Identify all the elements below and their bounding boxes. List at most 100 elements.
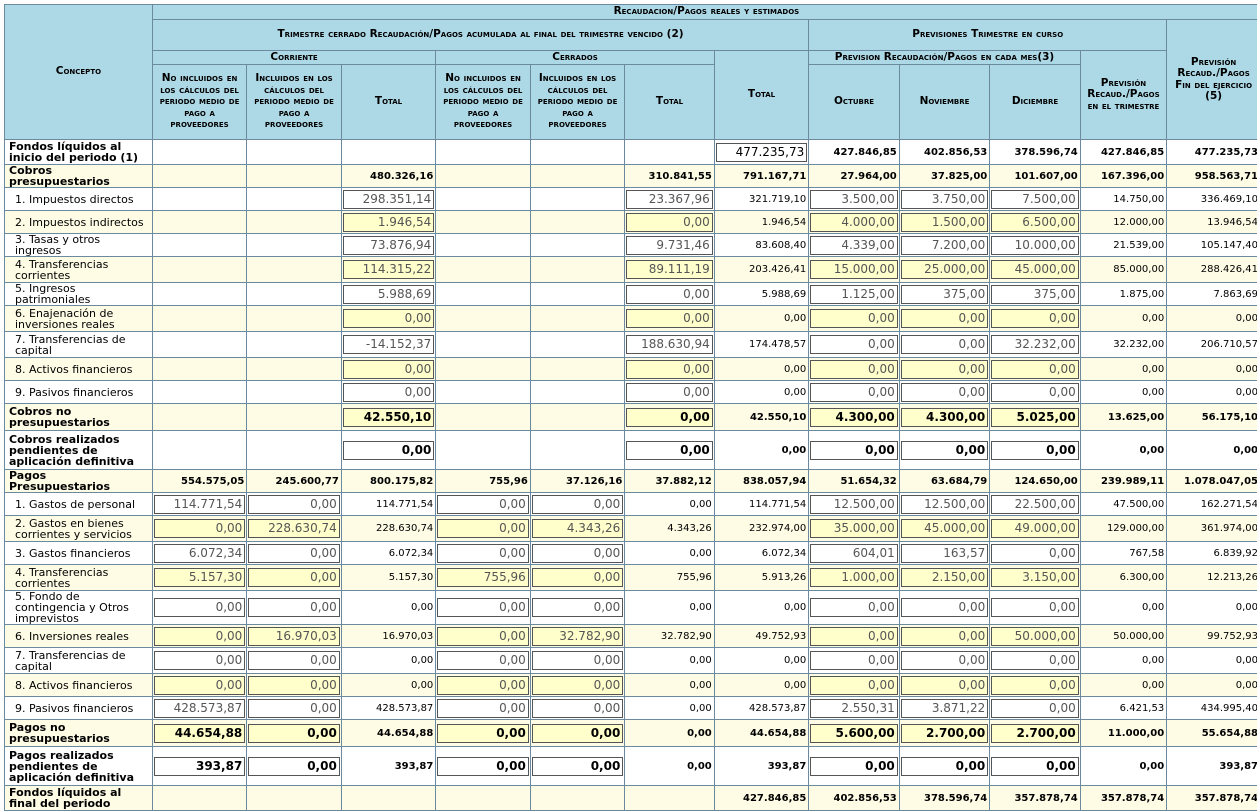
value-input[interactable]: 298.351,14 <box>343 190 435 209</box>
value-input[interactable]: 0,00 <box>437 724 529 743</box>
value-input[interactable]: 32.232,00 <box>991 335 1078 354</box>
value-input[interactable]: 5.600,00 <box>810 724 897 743</box>
value-input[interactable]: 163,57 <box>901 544 988 563</box>
value-input[interactable]: 0,00 <box>991 676 1078 695</box>
value-input[interactable]: 0,00 <box>626 285 712 304</box>
value-input[interactable]: 0,00 <box>991 757 1078 776</box>
value-input[interactable]: 0,00 <box>810 335 897 354</box>
value-input[interactable]: 1.125,00 <box>810 285 897 304</box>
value-input[interactable]: 9.731,46 <box>626 236 712 255</box>
value-input[interactable]: 2.700,00 <box>991 724 1078 743</box>
value-input[interactable]: 0,00 <box>810 757 897 776</box>
value-input[interactable]: 0,00 <box>810 309 897 328</box>
value-input[interactable]: 0,00 <box>810 360 897 379</box>
value-input[interactable]: 0,00 <box>901 309 988 328</box>
value-input[interactable]: 7.500,00 <box>991 190 1078 209</box>
value-input[interactable]: 114.771,54 <box>154 495 246 514</box>
value-input[interactable]: 755,96 <box>437 568 529 587</box>
value-input[interactable]: 2.550,31 <box>810 699 897 718</box>
value-input[interactable]: 0,00 <box>532 651 624 670</box>
value-input[interactable]: 1.946,54 <box>343 213 435 232</box>
value-input[interactable]: 0,00 <box>343 309 435 328</box>
value-input[interactable]: 0,00 <box>810 441 897 460</box>
value-input[interactable]: 7.200,00 <box>901 236 988 255</box>
value-input[interactable]: 0,00 <box>901 335 988 354</box>
value-input[interactable]: 0,00 <box>248 676 340 695</box>
value-input[interactable]: 0,00 <box>437 495 529 514</box>
value-input[interactable]: 375,00 <box>901 285 988 304</box>
value-input[interactable]: 0,00 <box>901 441 988 460</box>
value-input[interactable]: 0,00 <box>626 360 712 379</box>
value-input[interactable]: 0,00 <box>991 309 1078 328</box>
value-input[interactable]: 0,00 <box>810 383 897 402</box>
value-input[interactable]: 0,00 <box>810 598 897 617</box>
value-input[interactable]: 428.573,87 <box>154 699 246 718</box>
value-input[interactable]: 2.150,00 <box>901 568 988 587</box>
value-input[interactable]: 45.000,00 <box>901 519 988 538</box>
value-input[interactable]: 0,00 <box>154 676 246 695</box>
value-input[interactable]: 0,00 <box>248 568 340 587</box>
value-input[interactable]: 4.000,00 <box>810 213 897 232</box>
value-input[interactable]: 0,00 <box>901 651 988 670</box>
value-input[interactable]: 0,00 <box>248 699 340 718</box>
value-input[interactable]: 0,00 <box>532 598 624 617</box>
value-input[interactable]: 0,00 <box>437 651 529 670</box>
value-input[interactable]: 188.630,94 <box>626 335 712 354</box>
value-input[interactable]: 0,00 <box>532 757 624 776</box>
value-input[interactable]: 0,00 <box>343 383 435 402</box>
value-input[interactable]: 3.500,00 <box>810 190 897 209</box>
value-input[interactable]: 0,00 <box>248 544 340 563</box>
value-input[interactable]: 0,00 <box>437 598 529 617</box>
value-input[interactable]: 23.367,96 <box>626 190 712 209</box>
value-input[interactable]: 5.157,30 <box>154 568 246 587</box>
value-input[interactable]: 4.343,26 <box>532 519 624 538</box>
value-input[interactable]: 3.871,22 <box>901 699 988 718</box>
value-input[interactable]: 25.000,00 <box>901 260 988 279</box>
value-input[interactable]: 0,00 <box>532 724 624 743</box>
value-input[interactable]: 0,00 <box>626 408 712 427</box>
value-input[interactable]: 0,00 <box>626 213 712 232</box>
value-input[interactable]: 114.315,22 <box>343 260 435 279</box>
value-input[interactable]: 0,00 <box>248 757 340 776</box>
value-input[interactable]: 16.970,03 <box>248 627 340 646</box>
value-input[interactable]: 32.782,90 <box>532 627 624 646</box>
value-input[interactable]: 12.500,00 <box>810 495 897 514</box>
value-input[interactable]: 0,00 <box>532 544 624 563</box>
value-input[interactable]: 45.000,00 <box>991 260 1078 279</box>
value-input[interactable]: 12.500,00 <box>901 495 988 514</box>
value-input[interactable]: 5.025,00 <box>991 408 1078 427</box>
value-input[interactable]: 3.150,00 <box>991 568 1078 587</box>
value-input[interactable]: 393,87 <box>154 757 246 776</box>
value-input[interactable]: 0,00 <box>154 598 246 617</box>
value-input[interactable]: 0,00 <box>248 651 340 670</box>
value-input[interactable]: 0,00 <box>532 568 624 587</box>
value-input[interactable]: 0,00 <box>810 676 897 695</box>
value-input[interactable]: 0,00 <box>991 544 1078 563</box>
value-input[interactable]: 5.988,69 <box>343 285 435 304</box>
value-input[interactable]: -14.152,37 <box>343 335 435 354</box>
value-input[interactable]: 0,00 <box>437 757 529 776</box>
value-input[interactable]: 0,00 <box>248 598 340 617</box>
value-input[interactable]: 0,00 <box>991 651 1078 670</box>
value-input[interactable]: 0,00 <box>901 598 988 617</box>
value-input[interactable]: 604,01 <box>810 544 897 563</box>
value-input[interactable]: 0,00 <box>437 676 529 695</box>
value-input[interactable]: 6.072,34 <box>154 544 246 563</box>
value-input[interactable]: 0,00 <box>437 699 529 718</box>
value-input[interactable]: 0,00 <box>154 627 246 646</box>
value-input[interactable]: 1.000,00 <box>810 568 897 587</box>
value-input[interactable]: 0,00 <box>991 360 1078 379</box>
value-input[interactable]: 0,00 <box>248 495 340 514</box>
value-input[interactable]: 0,00 <box>343 360 435 379</box>
value-input[interactable]: 375,00 <box>991 285 1078 304</box>
value-input[interactable]: 6.500,00 <box>991 213 1078 232</box>
value-input[interactable]: 0,00 <box>437 627 529 646</box>
value-input[interactable]: 0,00 <box>343 441 435 460</box>
value-input[interactable]: 0,00 <box>810 627 897 646</box>
value-input[interactable]: 2.700,00 <box>901 724 988 743</box>
value-input[interactable]: 228.630,74 <box>248 519 340 538</box>
value-input[interactable]: 0,00 <box>901 360 988 379</box>
value-input[interactable]: 0,00 <box>991 598 1078 617</box>
value-input[interactable]: 0,00 <box>437 519 529 538</box>
value-input[interactable]: 0,00 <box>154 519 246 538</box>
